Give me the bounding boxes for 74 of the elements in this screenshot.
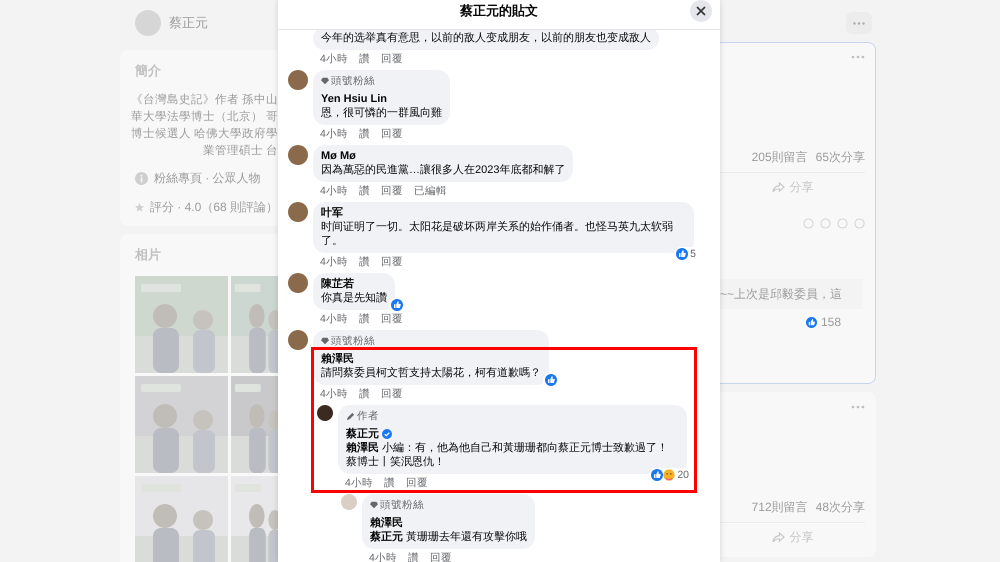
badge-label: 頭號粉絲 bbox=[331, 74, 375, 88]
like-link[interactable]: 讚 bbox=[358, 185, 370, 197]
like-link[interactable]: 讚 bbox=[358, 128, 370, 140]
pencil-icon bbox=[346, 412, 355, 420]
commenter-name[interactable]: 陳芷若 bbox=[321, 277, 354, 291]
reply-link[interactable]: 回覆 bbox=[380, 128, 403, 140]
like-link[interactable]: 讚 bbox=[358, 313, 370, 325]
share-icon bbox=[772, 532, 784, 543]
reply-link[interactable]: 回覆 bbox=[380, 388, 403, 400]
card-title: 相片 bbox=[135, 246, 162, 264]
like-link[interactable]: 讚 bbox=[358, 53, 370, 65]
comment-text: 恩，很可憐的一群風向雞 bbox=[321, 106, 442, 120]
badge-label: 作者 bbox=[357, 409, 379, 423]
reaction-badge[interactable] bbox=[389, 298, 405, 312]
comment-text: 請問蔡委員柯文哲支持太陽花，柯有道歉嗎？ bbox=[321, 366, 541, 380]
star-icon bbox=[135, 201, 144, 214]
reply-link[interactable]: 回覆 bbox=[380, 313, 403, 325]
page-fact: 粉絲專頁 · 公眾人物 bbox=[154, 170, 261, 187]
comment-text: 时间证明了一切。太阳花是破坏两岸关系的始作俑者。也怪马英九太软弱了。 bbox=[321, 220, 674, 248]
close-button[interactable] bbox=[690, 0, 712, 22]
avatar[interactable] bbox=[317, 405, 333, 421]
commenter-name[interactable]: 蔡正元 bbox=[346, 427, 379, 441]
comment-text: 蔡正元 黃珊珊去年還有攻擊你哦 bbox=[370, 530, 528, 544]
comment-text: 因為萬惡的民進黨…讓很多人在2023年底都和解了 bbox=[321, 163, 566, 177]
card-title: 簡介 bbox=[135, 62, 162, 80]
comment-time: 4小時 bbox=[320, 313, 348, 325]
more-icon bbox=[853, 22, 865, 24]
commenter-name[interactable]: 叶军 bbox=[321, 206, 343, 220]
reaction-badge[interactable]: 20 bbox=[649, 468, 691, 482]
like-link[interactable]: 讚 bbox=[358, 388, 370, 400]
like-link[interactable]: 讚 bbox=[358, 256, 370, 268]
commenter-name[interactable]: 賴澤民 bbox=[370, 516, 403, 530]
badge-label: 頭號粉絲 bbox=[380, 498, 424, 512]
reply-link[interactable]: 回覆 bbox=[380, 53, 403, 65]
close-icon bbox=[696, 6, 706, 16]
comment-text: ~~上次是邱毅委員，這 bbox=[720, 287, 842, 301]
dialog-title: 蔡正元的貼文 bbox=[460, 2, 538, 20]
intro-text: 華大學法學博士（北京） 哥 bbox=[130, 110, 278, 124]
edited-label: 已編輯 bbox=[414, 185, 447, 197]
reaction-badge[interactable]: 5 bbox=[674, 247, 698, 261]
comment-time: 4小時 bbox=[320, 53, 348, 65]
care-emoji-icon bbox=[663, 469, 676, 481]
commenter-name[interactable]: Mø Mø bbox=[321, 149, 356, 163]
like-icon bbox=[676, 248, 688, 260]
share-icon bbox=[772, 182, 784, 193]
commenter-name[interactable]: 賴澤民 bbox=[321, 352, 354, 366]
diamond-icon bbox=[370, 501, 378, 509]
diamond-icon bbox=[321, 337, 329, 345]
intro-text: 《台灣島史記》作者 孫中山 bbox=[130, 92, 278, 107]
comment-time: 4小時 bbox=[320, 388, 348, 400]
comment-time: 4小時 bbox=[320, 256, 348, 268]
page-fact: 評分 · 4.0（68 則評論） bbox=[150, 199, 278, 216]
like-icon bbox=[806, 316, 817, 328]
comment-text: 你真是先知讚 bbox=[321, 291, 387, 305]
intro-text: 博士候選人 哈佛大學政府學 bbox=[130, 126, 278, 141]
reply-link[interactable]: 回覆 bbox=[406, 477, 428, 489]
reply-link[interactable]: 回覆 bbox=[380, 185, 403, 197]
diamond-icon bbox=[321, 77, 329, 85]
like-link[interactable]: 讚 bbox=[384, 477, 395, 489]
comment-time: 4小時 bbox=[320, 185, 348, 197]
like-icon bbox=[545, 374, 557, 386]
comment-text: 賴澤民 小編：有，他為他自己和黃珊珊都向蔡正元博士致歉過了！蔡博士丨笑泯恩仇！ bbox=[346, 441, 670, 469]
comment-time: 4小時 bbox=[345, 477, 373, 489]
like-icon bbox=[391, 299, 403, 311]
reply-link[interactable]: 回覆 bbox=[430, 552, 452, 562]
comment-time: 4小時 bbox=[320, 128, 348, 140]
comment-text: 今年的选举真有意思，以前的敌人变成朋友，以前的朋友也变成敌人 bbox=[321, 31, 651, 45]
commenter-name[interactable]: Yen Hsiu Lin bbox=[321, 92, 388, 106]
intro-text: 業管理碩士 台 bbox=[202, 144, 278, 158]
reply-link[interactable]: 回覆 bbox=[380, 256, 403, 268]
badge-label: 頭號粉絲 bbox=[331, 334, 375, 348]
info-icon bbox=[135, 172, 148, 185]
reaction-badge[interactable] bbox=[543, 373, 559, 387]
like-icon bbox=[651, 469, 664, 481]
